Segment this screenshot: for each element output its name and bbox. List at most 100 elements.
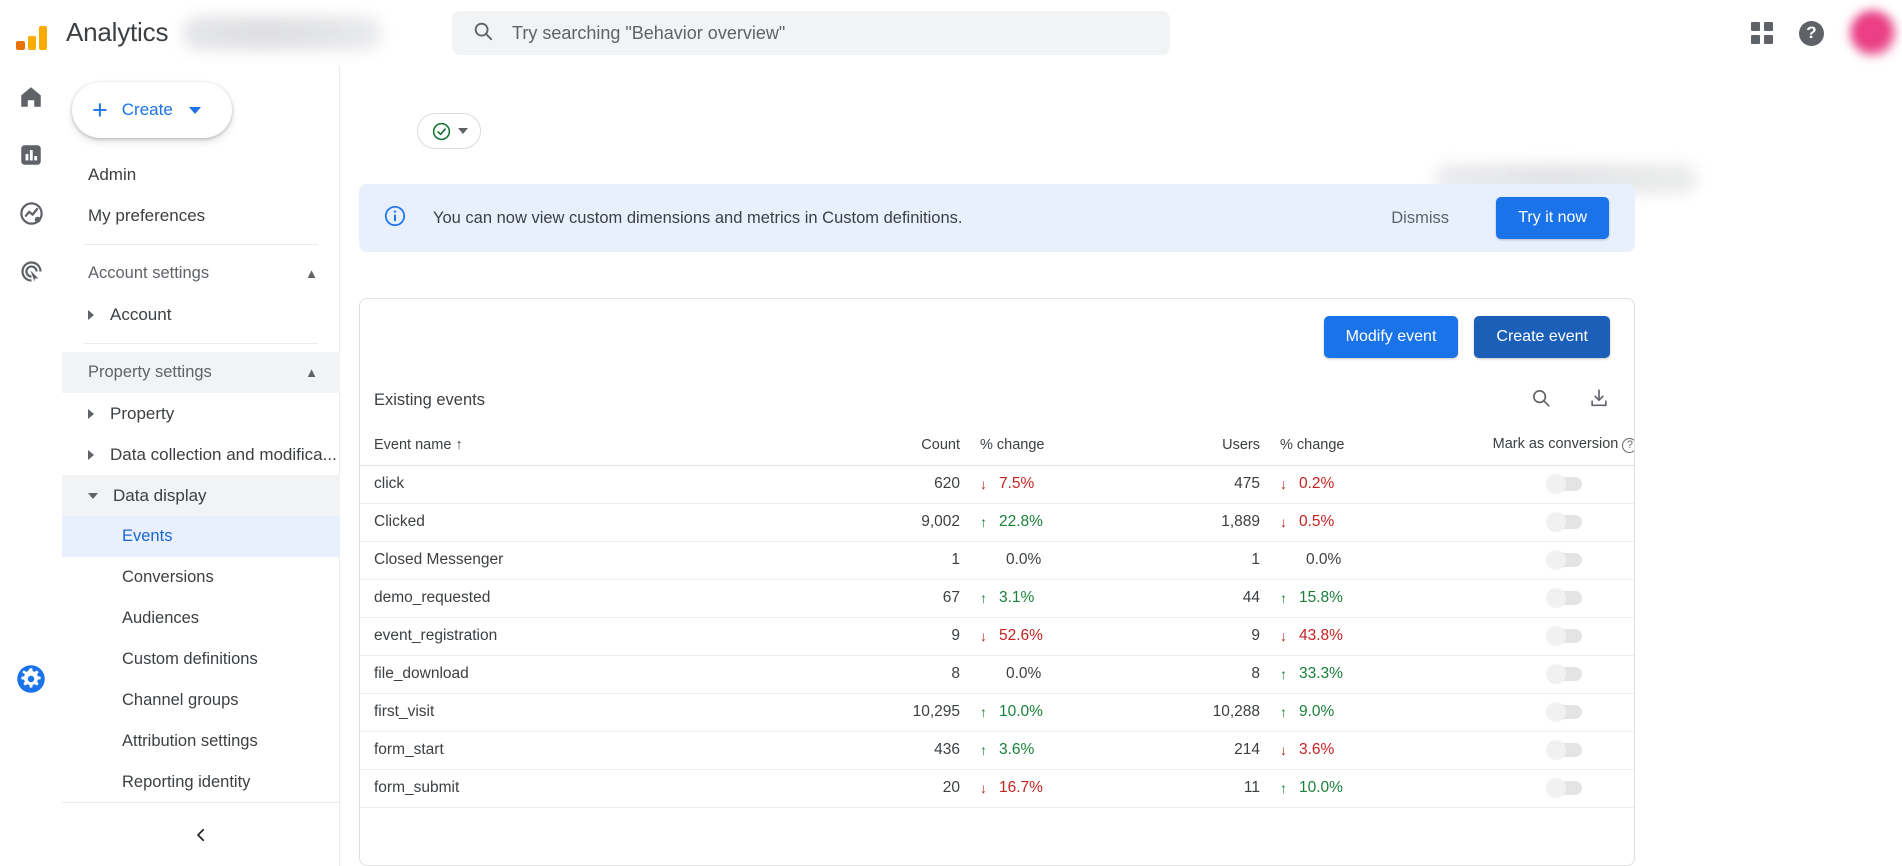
- conversion-toggle[interactable]: [1546, 550, 1582, 570]
- conversion-toggle[interactable]: [1546, 588, 1582, 608]
- sidebar-item-custom-definitions[interactable]: Custom definitions: [62, 639, 340, 680]
- sidebar-item-events[interactable]: Events: [62, 516, 340, 557]
- cell-event-name: Clicked: [374, 513, 425, 530]
- conversion-toggle[interactable]: [1546, 474, 1582, 494]
- column-users-change[interactable]: % change: [1260, 425, 1420, 466]
- table-row[interactable]: file_download 8 0.0% 8 ↑ 33.3%: [360, 655, 1634, 693]
- cell-users: 1: [1251, 551, 1260, 568]
- nav-item-my-preferences[interactable]: My preferences: [62, 195, 340, 236]
- conversion-toggle[interactable]: [1546, 626, 1582, 646]
- events-card: Modify event Create event Existing event…: [359, 298, 1635, 866]
- cell-mark-as-conversion: [1420, 769, 1634, 807]
- nav-divider: [84, 244, 318, 245]
- cell-users-change: ↓ 0.2%: [1280, 475, 1335, 492]
- conversion-toggle[interactable]: [1546, 778, 1582, 798]
- chevron-up-icon: ▲: [305, 365, 318, 380]
- arrow-down-icon: ↓: [1280, 476, 1287, 492]
- table-body: click 620 ↓ 7.5% 475 ↓ 0.2% Clicked 9,002 ↑ 22.8% 1…: [360, 465, 1634, 807]
- explore-trend-icon[interactable]: [16, 198, 46, 228]
- cell-event-name: demo_requested: [374, 589, 491, 606]
- search-input[interactable]: Try searching "Behavior overview": [512, 23, 785, 44]
- arrow-up-icon: ↑: [980, 704, 987, 720]
- arrow-up-icon: ↑: [980, 590, 987, 606]
- arrow-up-icon: ↑: [1280, 590, 1287, 606]
- cell-mark-as-conversion: [1420, 617, 1634, 655]
- arrow-down-icon: ↓: [1280, 628, 1287, 644]
- nav-item-label: Channel groups: [122, 691, 239, 709]
- column-users[interactable]: Users: [1120, 425, 1260, 466]
- download-icon[interactable]: [1588, 387, 1610, 414]
- help-circle-small-icon[interactable]: ?: [1622, 438, 1634, 454]
- try-it-now-button[interactable]: Try it now: [1496, 197, 1609, 239]
- home-icon[interactable]: [16, 82, 46, 112]
- cell-count-change: ↓ 7.5%: [980, 475, 1035, 492]
- table-search-icon[interactable]: [1530, 387, 1552, 414]
- modify-event-button[interactable]: Modify event: [1323, 316, 1459, 358]
- nav-item-label: My preferences: [88, 205, 206, 225]
- cell-users: 1,889: [1221, 513, 1260, 530]
- nav-item-property[interactable]: Property: [62, 393, 340, 434]
- sidebar-item-attribution-settings[interactable]: Attribution settings: [62, 721, 340, 762]
- table-row[interactable]: Closed Messenger 1 0.0% 1 0.0%: [360, 541, 1634, 579]
- table-row[interactable]: first_visit 10,295 ↑ 10.0% 10,288 ↑ 9.0%: [360, 693, 1634, 731]
- conversion-toggle[interactable]: [1546, 664, 1582, 684]
- column-count[interactable]: Count: [830, 425, 960, 466]
- table-row[interactable]: Clicked 9,002 ↑ 22.8% 1,889 ↓ 0.5%: [360, 503, 1634, 541]
- nav-item-data-display[interactable]: Data display: [62, 475, 340, 516]
- cell-count: 620: [934, 475, 960, 492]
- cell-count-change: ↑ 22.8%: [980, 513, 1043, 530]
- search-bar[interactable]: Try searching "Behavior overview": [452, 11, 1170, 55]
- chevron-up-icon: ▲: [305, 266, 318, 281]
- cell-count: 8: [951, 665, 960, 682]
- card-actions: Modify event Create event: [360, 299, 1634, 375]
- gear-icon[interactable]: [16, 664, 46, 694]
- nav-item-data-collection[interactable]: Data collection and modifica...: [62, 434, 340, 475]
- nav-item-label: Conversions: [122, 568, 214, 586]
- sidebar-item-reporting-identity[interactable]: Reporting identity: [62, 762, 340, 803]
- table-row[interactable]: click 620 ↓ 7.5% 475 ↓ 0.2%: [360, 465, 1634, 503]
- arrow-down-icon: ↓: [980, 628, 987, 644]
- dismiss-button[interactable]: Dismiss: [1391, 209, 1449, 228]
- sidebar-item-audiences[interactable]: Audiences: [62, 598, 340, 639]
- table-row[interactable]: demo_requested 67 ↑ 3.1% 44 ↑ 15.8%: [360, 579, 1634, 617]
- avatar[interactable]: [1850, 10, 1896, 56]
- nav-item-label: Custom definitions: [122, 650, 258, 668]
- create-button-label: Create: [121, 100, 173, 119]
- cell-users-change: ↓ 3.6%: [1280, 741, 1335, 758]
- conversion-toggle[interactable]: [1546, 512, 1582, 532]
- column-event-name[interactable]: Event name ↑: [360, 425, 830, 466]
- conversion-toggle[interactable]: [1546, 702, 1582, 722]
- cell-users-change: ↑ 33.3%: [1280, 665, 1343, 682]
- icon-rail: [0, 66, 62, 866]
- help-circle-icon[interactable]: ?: [1799, 20, 1824, 46]
- reports-bar-chart-icon[interactable]: [16, 140, 46, 170]
- nav-item-label: Attribution settings: [122, 732, 258, 750]
- collapse-nav-button[interactable]: [62, 802, 340, 866]
- plus-icon: +: [92, 94, 108, 125]
- nav-item-label: Property: [110, 403, 175, 423]
- table-row[interactable]: event_registration 9 ↓ 52.6% 9 ↓ 43.8%: [360, 617, 1634, 655]
- apps-grid-icon[interactable]: [1751, 22, 1773, 44]
- cell-users-change: ↓ 43.8%: [1280, 627, 1343, 644]
- status-badge[interactable]: [417, 113, 481, 149]
- nav-item-account[interactable]: Account: [62, 294, 340, 335]
- column-count-change[interactable]: % change: [960, 425, 1120, 466]
- table-row[interactable]: form_start 436 ↑ 3.6% 214 ↓ 3.6%: [360, 731, 1634, 769]
- top-bar-actions: ?: [1751, 0, 1896, 66]
- sidebar-item-channel-groups[interactable]: Channel groups: [62, 680, 340, 721]
- nav-group-property-settings[interactable]: Property settings ▲: [62, 352, 340, 393]
- nav-group-account-settings[interactable]: Account settings ▲: [62, 253, 340, 294]
- cell-users-change: ↑ 9.0%: [1280, 703, 1335, 720]
- main-content: You can now view custom dimensions and m…: [341, 66, 1902, 866]
- property-selector-redacted[interactable]: [182, 15, 383, 50]
- table-header: Event name ↑ Count % change Users % chan…: [360, 425, 1634, 466]
- nav-item-label: Events: [122, 527, 173, 545]
- create-button[interactable]: + Create: [72, 82, 232, 138]
- advertising-target-icon[interactable]: [16, 256, 46, 286]
- conversion-toggle[interactable]: [1546, 740, 1582, 760]
- create-event-button[interactable]: Create event: [1474, 316, 1610, 358]
- nav-item-admin[interactable]: Admin: [62, 154, 340, 195]
- sidebar-item-conversions[interactable]: Conversions: [62, 557, 340, 598]
- table-row[interactable]: form_submit 20 ↓ 16.7% 11 ↑ 10.0%: [360, 769, 1634, 807]
- search-icon: [472, 20, 494, 47]
